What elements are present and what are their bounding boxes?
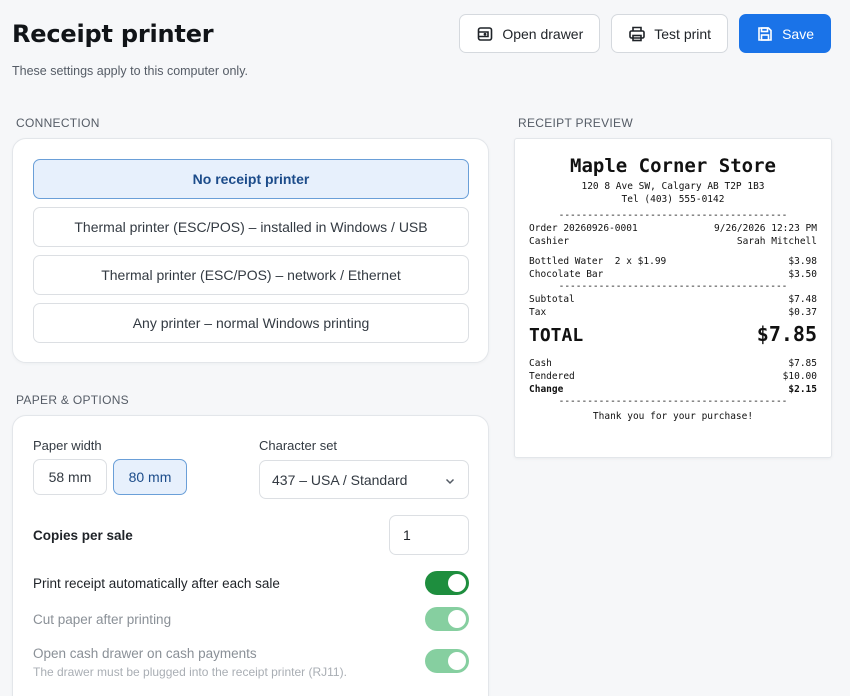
receipt-tendered-label: Tendered <box>529 371 575 382</box>
connection-option-none[interactable]: No receipt printer <box>33 159 469 199</box>
save-label: Save <box>782 25 814 42</box>
character-set-value: 437 – USA / Standard <box>272 471 408 488</box>
paper-options-card: Paper width 58 mm 80 mm Character set 43… <box>12 415 489 696</box>
cut-paper-label: Cut paper after printing <box>33 612 172 627</box>
receipt-total-label: TOTAL <box>529 325 584 346</box>
receipt-cash-value: $7.85 <box>788 358 817 369</box>
receipt-order-label: Order 20260926-0001 <box>529 223 638 234</box>
character-set-label: Character set <box>259 438 338 453</box>
toolbar: Open drawer Test print Save <box>459 14 831 53</box>
test-print-label: Test print <box>654 25 712 42</box>
open-drawer-button[interactable]: Open drawer <box>459 14 601 53</box>
connection-section-label: CONNECTION <box>16 116 100 130</box>
cash-drawer-label: Open cash drawer on cash payments <box>33 646 257 661</box>
receipt-item-row: Chocolate Bar $3.50 <box>529 268 817 281</box>
receipt-separator: ---------------------------------------- <box>558 210 788 221</box>
cash-drawer-icon <box>476 25 494 43</box>
receipt-cash-label: Cash <box>529 358 552 369</box>
receipt-separator: ---------------------------------------- <box>558 396 788 407</box>
copies-per-sale-input[interactable] <box>389 515 469 555</box>
paper-width-58mm[interactable]: 58 mm <box>33 459 107 495</box>
receipt-tendered-value: $10.00 <box>782 371 817 382</box>
receipt-change-value: $2.15 <box>788 384 817 395</box>
receipt-item-name: Bottled Water 2 x $1.99 <box>529 256 667 267</box>
receipt-cashier-name: Sarah Mitchell <box>736 236 817 247</box>
receipt-store-name: Maple Corner Store <box>570 155 776 177</box>
cut-paper-toggle[interactable] <box>425 607 469 631</box>
receipt-order-datetime: 9/26/2026 12:23 PM <box>714 223 817 234</box>
paper-options-section-label: PAPER & OPTIONS <box>16 393 129 407</box>
receipt-change-row: Change $2.15 <box>529 383 817 396</box>
receipt-change-label: Change <box>529 384 564 395</box>
receipt-item-amount: $3.50 <box>788 269 817 280</box>
receipt-subtotal-label: Subtotal <box>529 294 575 305</box>
toggle-knob <box>448 652 466 670</box>
receipt-total-row: TOTAL $7.85 <box>529 322 817 346</box>
copies-per-sale-label: Copies per sale <box>33 528 133 543</box>
receipt-preview-section-label: RECEIPT PREVIEW <box>518 116 633 130</box>
receipt-cash-row: Cash $7.85 <box>529 357 817 370</box>
connection-option-thermal-network[interactable]: Thermal printer (ESC/POS) – network / Et… <box>33 255 469 295</box>
page-subtitle: These settings apply to this computer on… <box>12 64 248 78</box>
receipt-item-amount: $3.98 <box>788 256 817 267</box>
character-set-select[interactable]: 437 – USA / Standard <box>259 460 469 499</box>
paper-width-label: Paper width <box>33 438 102 453</box>
save-button[interactable]: Save <box>739 14 831 53</box>
receipt-tax-row: Tax $0.37 <box>529 306 817 319</box>
cash-drawer-hint: The drawer must be plugged into the rece… <box>33 665 347 679</box>
receipt-item-row: Bottled Water 2 x $1.99 $3.98 <box>529 255 817 268</box>
receipt-separator: ---------------------------------------- <box>558 281 788 292</box>
receipt-tax-label: Tax <box>529 307 547 318</box>
toggle-knob <box>448 574 466 592</box>
receipt-phone: Tel (403) 555-0142 <box>621 194 725 205</box>
page-title: Receipt printer <box>12 20 214 48</box>
test-print-button[interactable]: Test print <box>611 14 729 53</box>
cash-drawer-toggle[interactable] <box>425 649 469 673</box>
receipt-total-value: $7.85 <box>756 322 817 346</box>
receipt-subtotal-value: $7.48 <box>788 294 817 305</box>
receipt-cashier-row: Cashier Sarah Mitchell <box>529 235 817 248</box>
paper-width-80mm[interactable]: 80 mm <box>113 459 187 495</box>
receipt-order-row: Order 20260926-0001 9/26/2026 12:23 PM <box>529 222 817 235</box>
connection-option-thermal-usb[interactable]: Thermal printer (ESC/POS) – installed in… <box>33 207 469 247</box>
receipt-subtotal-row: Subtotal $7.48 <box>529 293 817 306</box>
save-icon <box>756 25 774 43</box>
auto-print-label: Print receipt automatically after each s… <box>33 576 280 591</box>
receipt-footer: Thank you for your purchase! <box>592 411 754 422</box>
connection-option-windows-printing[interactable]: Any printer – normal Windows printing <box>33 303 469 343</box>
auto-print-toggle[interactable] <box>425 571 469 595</box>
receipt-tendered-row: Tendered $10.00 <box>529 370 817 383</box>
receipt-address: 120 8 Ave SW, Calgary AB T2P 1B3 <box>581 181 765 192</box>
connection-card: No receipt printer Thermal printer (ESC/… <box>12 138 489 363</box>
receipt-item-name: Chocolate Bar <box>529 269 604 280</box>
receipt-cashier-label: Cashier <box>529 236 570 247</box>
printer-icon <box>628 25 646 43</box>
receipt-tax-value: $0.37 <box>788 307 817 318</box>
open-drawer-label: Open drawer <box>502 25 584 42</box>
receipt-preview: Maple Corner Store 120 8 Ave SW, Calgary… <box>514 138 832 458</box>
chevron-down-icon <box>444 474 456 486</box>
toggle-knob <box>448 610 466 628</box>
